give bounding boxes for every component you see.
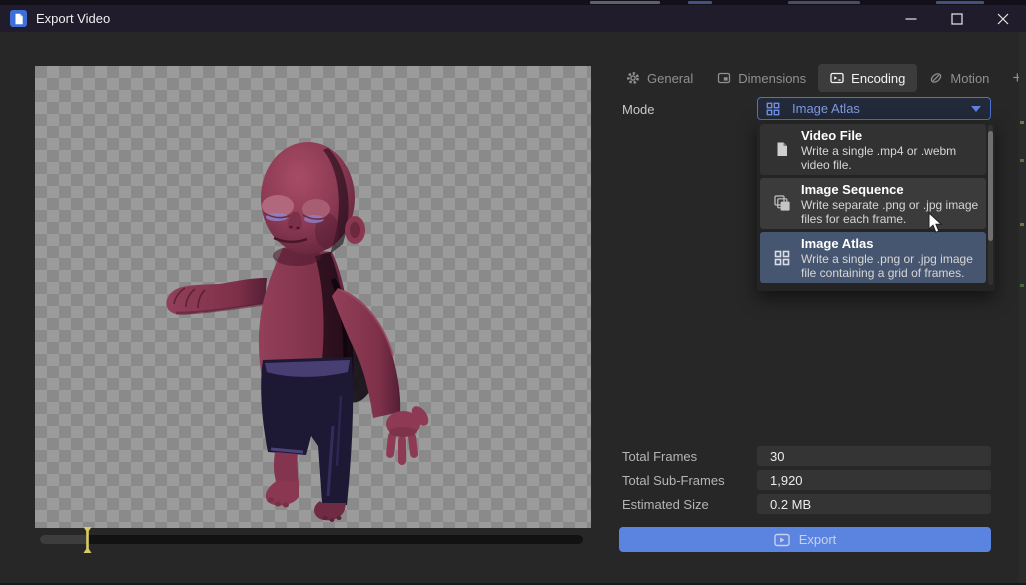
- encoding-icon: [830, 71, 844, 85]
- document-icon: [13, 13, 25, 25]
- tab-label: General: [647, 71, 693, 86]
- mode-dropdown-list: Video File Write a single .mp4 or .webm …: [757, 121, 995, 291]
- titlebar[interactable]: Export Video: [0, 5, 1026, 32]
- grid-icon: [766, 102, 780, 116]
- option-description: Write a single .mp4 or .webm video file.: [801, 144, 984, 172]
- background-mark: [1020, 121, 1024, 124]
- maximize-button[interactable]: [934, 5, 980, 32]
- tab-dimensions[interactable]: Dimensions: [705, 64, 818, 92]
- tab-bar: General Dimensions Encoding: [614, 64, 1026, 92]
- background-mark: [936, 1, 984, 4]
- window-controls: [888, 5, 1026, 32]
- option-text: Image Atlas Write a single .png or .jpg …: [801, 236, 986, 280]
- chevron-down-icon: [971, 106, 981, 112]
- export-button[interactable]: Export: [619, 527, 991, 552]
- total-frames-label: Total Frames: [622, 449, 697, 464]
- option-image-atlas[interactable]: Image Atlas Write a single .png or .jpg …: [760, 232, 986, 283]
- close-icon: [997, 13, 1009, 25]
- tab-label: Encoding: [851, 71, 905, 86]
- timeline-track[interactable]: [40, 535, 583, 544]
- option-title: Image Sequence: [801, 182, 984, 197]
- character-render: [35, 66, 591, 528]
- app-icon: [10, 10, 27, 27]
- option-description: Write separate .png or .jpg image files …: [801, 198, 984, 226]
- export-button-label: Export: [799, 532, 837, 547]
- image-atlas-grid-icon: [771, 250, 793, 266]
- dropdown-scrollbar[interactable]: [988, 125, 993, 285]
- estimated-size-value: 0.2 MB: [757, 494, 991, 514]
- total-sub-frames-value: 1,920: [757, 470, 991, 490]
- timeline-playhead[interactable]: [82, 527, 93, 553]
- option-image-sequence[interactable]: Image Sequence Write separate .png or .j…: [760, 178, 986, 229]
- dropdown-scrollbar-thumb[interactable]: [988, 131, 993, 241]
- option-description: Write a single .png or .jpg image file c…: [801, 252, 984, 280]
- video-preview: [35, 66, 591, 528]
- dialog-body: General Dimensions Encoding: [0, 32, 1026, 585]
- total-frames-value: 30: [757, 446, 991, 466]
- option-video-file[interactable]: Video File Write a single .mp4 or .webm …: [760, 124, 986, 175]
- video-file-icon: [771, 141, 793, 158]
- background-mark: [1020, 159, 1024, 162]
- mode-dropdown[interactable]: Image Atlas: [757, 97, 991, 120]
- tab-encoding[interactable]: Encoding: [818, 64, 917, 92]
- screen-play-icon: [774, 533, 790, 547]
- close-button[interactable]: [980, 5, 1026, 32]
- export-video-window: Export Video: [0, 0, 1026, 585]
- timeline-progress: [40, 535, 88, 544]
- option-text: Video File Write a single .mp4 or .webm …: [801, 128, 986, 172]
- option-title: Video File: [801, 128, 984, 143]
- background-mark: [590, 1, 660, 4]
- tab-motion[interactable]: Motion: [917, 64, 1001, 92]
- tab-label: Motion: [950, 71, 989, 86]
- minimize-icon: [905, 13, 917, 25]
- motion-icon: [929, 71, 943, 85]
- gear-icon: [626, 71, 640, 85]
- background-mark: [788, 1, 860, 4]
- mode-selected-value: Image Atlas: [792, 101, 860, 116]
- tab-general[interactable]: General: [614, 64, 705, 92]
- window-title: Export Video: [36, 11, 110, 26]
- background-mark: [1020, 223, 1024, 226]
- background-mark: [688, 1, 712, 4]
- total-sub-frames-label: Total Sub-Frames: [622, 473, 725, 488]
- image-sequence-icon: [771, 195, 793, 212]
- option-text: Image Sequence Write separate .png or .j…: [801, 182, 986, 226]
- background-mark: [1020, 284, 1024, 287]
- option-title: Image Atlas: [801, 236, 984, 251]
- background-app-edge: [1019, 32, 1026, 585]
- maximize-icon: [951, 13, 963, 25]
- dimensions-icon: [717, 71, 731, 85]
- estimated-size-label: Estimated Size: [622, 497, 709, 512]
- tab-label: Dimensions: [738, 71, 806, 86]
- minimize-button[interactable]: [888, 5, 934, 32]
- mode-label: Mode: [622, 102, 655, 117]
- playhead-icon: [82, 527, 93, 553]
